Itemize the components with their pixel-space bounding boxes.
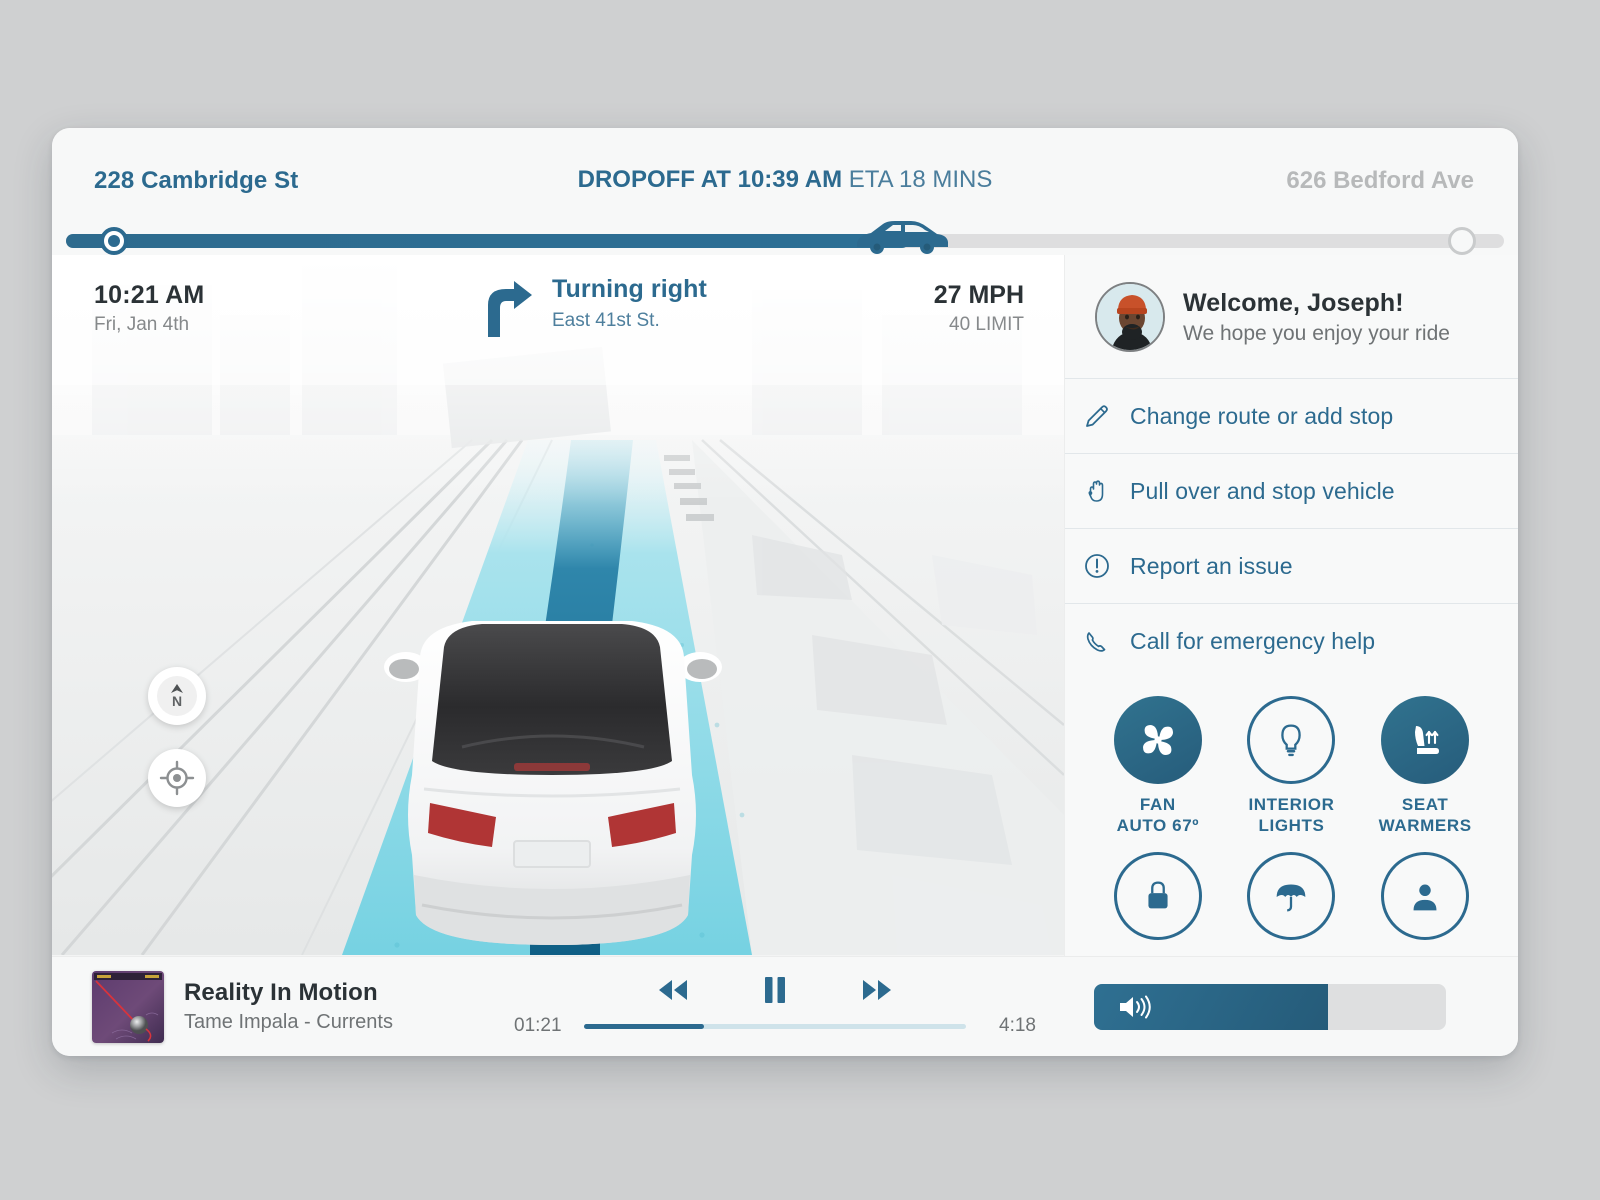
control-label: INTERIOR LIGHTS bbox=[1248, 795, 1334, 836]
compass-button[interactable]: N bbox=[148, 667, 206, 725]
lock-icon bbox=[1148, 881, 1168, 909]
hand-icon bbox=[1083, 477, 1111, 505]
ego-vehicle bbox=[384, 621, 722, 945]
rewind-button[interactable] bbox=[656, 978, 690, 1007]
comfort-controls-grid: FAN AUTO 67º INTERIOR LIGHTS SEAT WARMER… bbox=[1065, 678, 1518, 951]
dashboard-body: 10:21 AM Fri, Jan 4th Turning right East… bbox=[52, 255, 1518, 956]
welcome-text: Welcome, Joseph! We hope you enjoy your … bbox=[1183, 289, 1450, 346]
control-label: FAN AUTO 67º bbox=[1117, 795, 1200, 836]
trip-destination-address: 626 Bedford Ave bbox=[1286, 167, 1474, 194]
menu-item-report-issue[interactable]: Report an issue bbox=[1065, 529, 1518, 604]
menu-item-change-route[interactable]: Change route or add stop bbox=[1065, 379, 1518, 454]
welcome-subtitle: We hope you enjoy your ride bbox=[1183, 321, 1450, 345]
control-label-line1: FAN bbox=[1139, 795, 1176, 814]
control-secondary-a[interactable] bbox=[1091, 852, 1225, 951]
album-art-image bbox=[92, 970, 164, 1043]
playback-fill bbox=[584, 1023, 704, 1029]
menu-item-label: Call for emergency help bbox=[1130, 627, 1376, 654]
umbrella-icon bbox=[1277, 884, 1306, 912]
right-sidebar: Welcome, Joseph! We hope you enjoy your … bbox=[1064, 255, 1518, 956]
speaker-icon bbox=[1120, 995, 1151, 1018]
avatar[interactable] bbox=[1095, 282, 1165, 352]
trip-progress-bar[interactable] bbox=[52, 221, 1518, 255]
track-text: Reality In Motion Tame Impala - Currents bbox=[184, 979, 393, 1034]
fast-forward-icon bbox=[863, 980, 891, 1000]
fan-icon bbox=[1142, 725, 1173, 755]
menu-item-pull-over[interactable]: Pull over and stop vehicle bbox=[1065, 454, 1518, 529]
recenter-button[interactable] bbox=[148, 749, 206, 807]
volume-fill bbox=[1094, 983, 1329, 1030]
secondary-a-button-circle bbox=[1113, 852, 1202, 941]
dropoff-time-label: DROPOFF AT 10:39 AM bbox=[577, 166, 843, 193]
person-icon bbox=[1413, 884, 1437, 911]
vehicle-dashboard: 228 Cambridge St DROPOFF AT 10:39 AM ETA… bbox=[52, 128, 1518, 1056]
seat-warmer-icon bbox=[1415, 726, 1440, 754]
album-art[interactable] bbox=[92, 970, 164, 1043]
fan-button-circle bbox=[1113, 696, 1202, 784]
avatar-photo bbox=[1097, 284, 1163, 350]
control-seat-warmers[interactable]: SEAT WARMERS bbox=[1358, 696, 1492, 836]
trip-origin-marker bbox=[100, 227, 128, 255]
compass-needle-icon bbox=[171, 684, 183, 693]
fast-forward-button[interactable] bbox=[860, 978, 894, 1007]
playback-progress[interactable]: 01:21 4:18 bbox=[510, 1015, 1040, 1037]
control-label-line1: INTERIOR bbox=[1248, 795, 1335, 814]
media-player-controls: 01:21 4:18 bbox=[510, 976, 1040, 1037]
interior-lights-button-circle bbox=[1247, 696, 1336, 784]
control-label-line1: SEAT bbox=[1401, 795, 1449, 814]
track-artist-album: Tame Impala - Currents bbox=[184, 1011, 393, 1033]
control-secondary-b[interactable] bbox=[1225, 852, 1359, 951]
control-label-line2: LIGHTS bbox=[1258, 815, 1325, 835]
quick-actions-menu: Change route or add stop Pull over and s… bbox=[1065, 378, 1518, 678]
rewind-icon bbox=[659, 980, 687, 1000]
menu-item-emergency-call[interactable]: Call for emergency help bbox=[1065, 604, 1518, 678]
volume-slider[interactable] bbox=[1094, 983, 1446, 1030]
vehicle-position-marker bbox=[849, 217, 953, 257]
exclamation-circle-icon bbox=[1083, 552, 1111, 580]
crosshair-icon bbox=[159, 760, 195, 796]
transport-buttons bbox=[510, 976, 1040, 1009]
control-fan[interactable]: FAN AUTO 67º bbox=[1091, 696, 1225, 836]
menu-item-label: Change route or add stop bbox=[1130, 402, 1394, 429]
eta-label: ETA 18 MINS bbox=[848, 166, 993, 193]
duration-time: 4:18 bbox=[999, 1015, 1036, 1036]
pencil-icon bbox=[1083, 402, 1111, 430]
track-title: Reality In Motion bbox=[184, 979, 378, 1006]
compass-north-label: N bbox=[171, 693, 183, 709]
secondary-c-button-circle bbox=[1381, 852, 1470, 941]
control-label: SEAT WARMERS bbox=[1379, 795, 1472, 836]
trip-header-row: 228 Cambridge St DROPOFF AT 10:39 AM ETA… bbox=[52, 128, 1518, 224]
playback-track[interactable] bbox=[584, 1023, 966, 1029]
control-interior-lights[interactable]: INTERIOR LIGHTS bbox=[1225, 696, 1359, 836]
media-bar: Reality In Motion Tame Impala - Currents bbox=[52, 956, 1518, 1056]
menu-item-label: Report an issue bbox=[1130, 552, 1293, 579]
phone-icon bbox=[1083, 627, 1111, 655]
seat-warmers-button-circle bbox=[1381, 696, 1470, 784]
compass-dial: N bbox=[157, 676, 197, 716]
menu-item-label: Pull over and stop vehicle bbox=[1130, 477, 1395, 504]
pause-button[interactable] bbox=[764, 976, 786, 1009]
welcome-title: Welcome, Joseph! bbox=[1183, 288, 1404, 317]
trip-destination-marker bbox=[1448, 227, 1476, 255]
trip-header: 228 Cambridge St DROPOFF AT 10:39 AM ETA… bbox=[52, 128, 1518, 255]
elapsed-time: 01:21 bbox=[514, 1015, 562, 1036]
secondary-b-button-circle bbox=[1247, 852, 1336, 941]
control-secondary-c[interactable] bbox=[1358, 852, 1492, 951]
welcome-panel: Welcome, Joseph! We hope you enjoy your … bbox=[1065, 255, 1518, 378]
trip-progress-fill bbox=[66, 234, 909, 248]
control-label-line2: AUTO 67º bbox=[1116, 815, 1200, 835]
control-label-line2: WARMERS bbox=[1378, 815, 1472, 835]
lightbulb-icon bbox=[1281, 724, 1302, 757]
scene-illustration bbox=[52, 255, 1064, 955]
now-playing: Reality In Motion Tame Impala - Currents bbox=[52, 970, 510, 1043]
screen: 228 Cambridge St DROPOFF AT 10:39 AM ETA… bbox=[0, 0, 1600, 1200]
driving-scene-map[interactable]: 10:21 AM Fri, Jan 4th Turning right East… bbox=[52, 255, 1064, 956]
volume-area bbox=[1040, 983, 1518, 1030]
pause-icon bbox=[765, 977, 785, 1003]
